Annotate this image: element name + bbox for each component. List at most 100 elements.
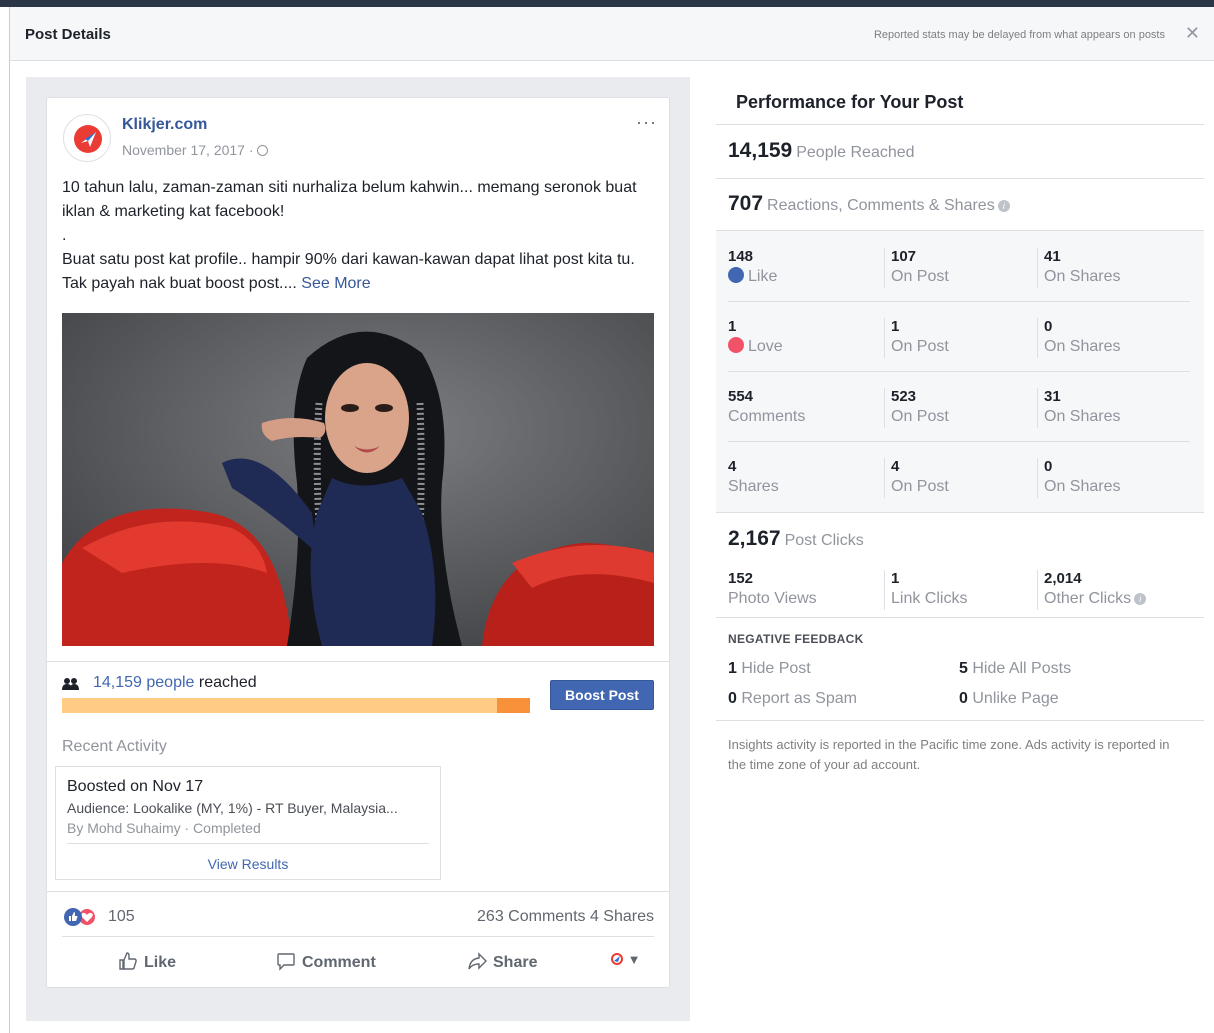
post-card: Klikjer.com November 17, 2017 · ··· 10 t… [46, 97, 670, 988]
info-icon[interactable]: i [1134, 593, 1147, 605]
spam-stat: 0 Report as Spam [728, 690, 857, 708]
other-clicks-number: 2,014 [1044, 570, 1082, 587]
comment-icon [277, 953, 295, 971]
post-actions: Like Comment Share ▼ [62, 936, 654, 986]
page-avatar-small-icon [611, 953, 623, 965]
post-text-dot: . [62, 227, 67, 244]
spam-label: Report as Spam [741, 690, 857, 707]
engagement-stat: 707 Reactions, Comments & Shares i [728, 192, 1010, 216]
love-on-shares: 0 [1044, 318, 1053, 335]
comments-total: 554 [728, 388, 754, 405]
reach-section: 14,159 people reached Boost Post [47, 661, 669, 723]
unlike-number: 0 [959, 690, 968, 707]
reach-progress-fill [497, 698, 530, 713]
photo-views-number: 152 [728, 570, 754, 587]
comments-on-shares: 31 [1044, 388, 1061, 405]
love-total: 1 [728, 318, 737, 335]
post-clicks-number: 2,167 [728, 527, 781, 550]
activity-by: By Mohd Suhaimy · Completed [67, 820, 261, 836]
link-clicks-label: Link Clicks [891, 590, 968, 607]
unlike-label: Unlike Page [972, 690, 1059, 707]
insights-title: Performance for Your Post [736, 92, 964, 112]
share-arrow-icon [468, 952, 487, 970]
post-text-line1: 10 tahun lalu, zaman-zaman siti nurhaliz… [62, 179, 637, 220]
love-on-post-cell: 1 On Post [884, 318, 949, 358]
post-text-line2: Buat satu post kat profile.. hampir 90% … [62, 248, 652, 296]
shares-total-cell: 4 Shares [728, 458, 779, 498]
love-on-shares-cell: 0 On Shares [1037, 318, 1120, 358]
people-reached-link[interactable]: 14,159 people [93, 674, 194, 691]
reaction-icons[interactable] [64, 907, 97, 927]
divider [716, 720, 1204, 721]
share-button[interactable]: Share [467, 951, 537, 972]
shares-on-post-cell: 4 On Post [884, 458, 949, 498]
dialog-title: Post Details [25, 26, 111, 43]
comments-on-shares-cell: 31 On Shares [1037, 388, 1120, 428]
klikjer-logo-icon [74, 125, 102, 153]
likes-on-post-cell: 107 On Post [884, 248, 949, 288]
hide-post-stat: 1 Hide Post [728, 660, 811, 678]
see-more-link[interactable]: See More [301, 275, 370, 292]
activity-card: Boosted on Nov 17 Audience: Lookalike (M… [55, 766, 441, 880]
divider [716, 124, 1204, 125]
love-label: Love [728, 336, 783, 358]
on-shares-label: On Shares [1044, 268, 1121, 285]
globe-icon [256, 145, 268, 156]
post-as-selector[interactable]: ▼ [610, 952, 641, 967]
people-reached-stat: 14,159 People Reached [728, 139, 915, 163]
other-clicks-label: Other Clicks i [1044, 588, 1147, 610]
view-results-link[interactable]: View Results [56, 856, 440, 872]
spam-number: 0 [728, 690, 737, 707]
reach-summary: 14,159 people reached [93, 674, 257, 692]
row-divider [728, 301, 1190, 302]
comments-shares-count[interactable]: 263 Comments 4 Shares [477, 908, 654, 926]
page-name-link[interactable]: Klikjer.com [122, 116, 207, 134]
likes-total-cell: 148 Like [728, 248, 777, 288]
activity-title: Boosted on Nov 17 [67, 778, 204, 795]
delay-note: Reported stats may be delayed from what … [873, 29, 1165, 41]
love-on-post: 1 [891, 318, 900, 335]
like-label: Like [144, 954, 177, 971]
divider [716, 178, 1204, 179]
likes-on-shares: 41 [1044, 248, 1061, 265]
on-shares-label: On Shares [1044, 338, 1121, 355]
hide-all-stat: 5 Hide All Posts [959, 660, 1071, 678]
more-options-icon[interactable]: ··· [636, 112, 657, 133]
window-top-border [0, 0, 1214, 7]
post-message: 10 tahun lalu, zaman-zaman siti nurhaliz… [62, 176, 652, 296]
link-clicks-number: 1 [891, 570, 900, 587]
love-icon [728, 337, 744, 353]
engagement-label: Reactions, Comments & Shares [767, 197, 995, 214]
post-photo[interactable] [62, 313, 654, 646]
negative-feedback-title: NEGATIVE FEEDBACK [728, 632, 864, 646]
comments-on-post: 523 [891, 388, 917, 405]
other-clicks-cell: 2,014 Other Clicks i [1037, 570, 1147, 610]
comment-button[interactable]: Comment [276, 951, 376, 972]
timezone-footnote: Insights activity is reported in the Pac… [728, 737, 1170, 772]
likes-label-text: Like [748, 268, 778, 285]
recent-activity-title: Recent Activity [62, 738, 167, 755]
divider [716, 617, 1204, 618]
comments-label: Comments [728, 408, 806, 425]
post-date-text: November 17, 2017 · [122, 142, 254, 158]
photo-views-label: Photo Views [728, 590, 817, 607]
hide-all-number: 5 [959, 660, 968, 677]
other-clicks-label-text: Other Clicks [1044, 590, 1132, 607]
shares-on-shares: 0 [1044, 458, 1053, 475]
chevron-down-icon: ▼ [627, 952, 641, 967]
page-avatar[interactable] [63, 114, 111, 162]
link-clicks-cell: 1 Link Clicks [884, 570, 967, 610]
reactions-summary: 105 263 Comments 4 Shares [47, 891, 669, 935]
reaction-count[interactable]: 105 [108, 908, 135, 926]
reach-suffix: reached [194, 674, 257, 691]
people-reached-number: 14,159 [728, 139, 793, 162]
like-button[interactable]: Like [118, 951, 176, 972]
info-icon[interactable]: i [997, 200, 1010, 212]
on-post-label: On Post [891, 268, 949, 285]
shares-total: 4 [728, 458, 737, 475]
shares-on-shares-cell: 0 On Shares [1037, 458, 1120, 498]
close-icon[interactable]: ✕ [1185, 24, 1200, 42]
boost-post-button[interactable]: Boost Post [550, 680, 654, 710]
post-date: November 17, 2017 · [122, 142, 268, 158]
on-post-label: On Post [891, 338, 949, 355]
